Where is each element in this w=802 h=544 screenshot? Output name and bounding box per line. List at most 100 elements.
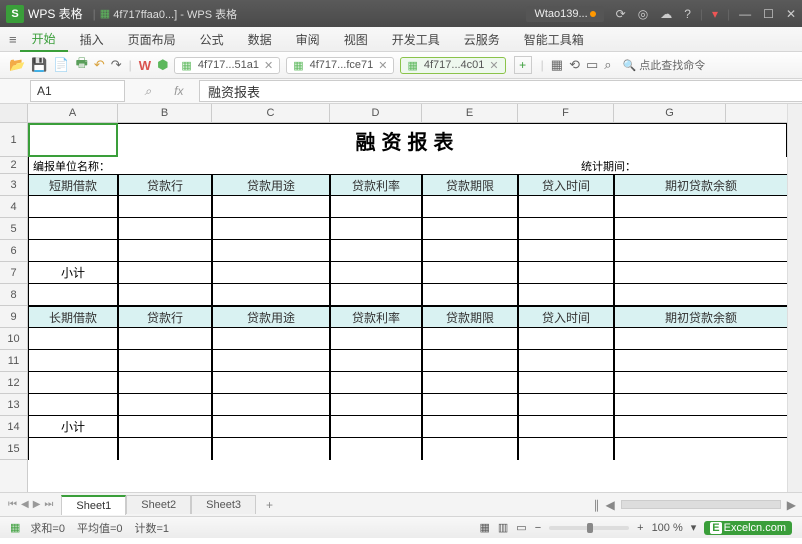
view-normal-icon[interactable]: ▦: [479, 521, 489, 534]
refresh-icon[interactable]: ⟳: [616, 7, 626, 21]
close-icon[interactable]: ✕: [378, 59, 387, 72]
zoom-value[interactable]: 100 %: [652, 522, 683, 534]
grid-icon[interactable]: ▦: [551, 57, 563, 73]
lookup-icon[interactable]: ⌕: [144, 84, 151, 99]
prev-sheet-icon[interactable]: ◀: [21, 499, 29, 510]
add-tab-button[interactable]: +: [514, 56, 532, 74]
name-box[interactable]: A1: [30, 80, 125, 102]
hdr-cell[interactable]: 贷款利率: [330, 306, 422, 328]
scroll-right-icon[interactable]: ▶: [787, 498, 796, 512]
hdr-cell[interactable]: 贷款用途: [212, 306, 330, 328]
sheet-title[interactable]: 融资报表: [28, 123, 787, 157]
view-break-icon[interactable]: ▭: [516, 521, 526, 534]
w-icon[interactable]: W: [139, 58, 151, 73]
cells[interactable]: 融资报表 编报单位名称： 统计期间： 短期借款 贷款行 贷款用途 贷款利率 贷款…: [28, 123, 787, 460]
sync-icon[interactable]: ⟲: [569, 57, 580, 73]
last-sheet-icon[interactable]: ⏭: [44, 499, 53, 510]
maximize-button[interactable]: ☐: [763, 7, 774, 21]
hdr-cell[interactable]: 贷款期限: [422, 174, 518, 196]
row-header[interactable]: 1: [0, 123, 27, 157]
col-header[interactable]: E: [422, 104, 518, 122]
close-button[interactable]: ✕: [786, 7, 796, 21]
col-header[interactable]: C: [212, 104, 330, 122]
hdr-cell[interactable]: 长期借款: [28, 306, 118, 328]
menu-layout[interactable]: 页面布局: [116, 28, 188, 51]
hdr-cell[interactable]: 期初贷款余额: [614, 306, 787, 328]
col-header[interactable]: G: [614, 104, 726, 122]
period-label[interactable]: 统计期间：: [577, 157, 787, 174]
sheet-tab-1[interactable]: Sheet1: [61, 495, 126, 515]
row-header[interactable]: 11: [0, 350, 27, 372]
skin-icon[interactable]: ▾: [712, 7, 718, 21]
hdr-cell[interactable]: 贷款期限: [422, 306, 518, 328]
col-header[interactable]: D: [330, 104, 422, 122]
doc-tab-3[interactable]: ▦4f717...4c01✕: [400, 57, 505, 74]
user-badge[interactable]: Wtao139...: [526, 6, 603, 22]
cloud-icon[interactable]: ☁: [660, 7, 672, 21]
print-icon[interactable]: 🖶: [76, 54, 88, 76]
row-header[interactable]: 8: [0, 284, 27, 306]
hdr-cell[interactable]: 贷入时间: [518, 306, 614, 328]
select-all-corner[interactable]: [0, 104, 27, 123]
col-header[interactable]: B: [118, 104, 212, 122]
view-page-icon[interactable]: ▥: [498, 521, 508, 534]
row-header[interactable]: 6: [0, 240, 27, 262]
zoom-in-button[interactable]: +: [637, 522, 643, 534]
app-menu-icon[interactable]: ≡: [9, 32, 17, 47]
row-header[interactable]: 12: [0, 372, 27, 394]
zoom-out-button[interactable]: −: [535, 522, 541, 534]
row-header[interactable]: 7: [0, 262, 27, 284]
menu-cloud[interactable]: 云服务: [452, 28, 512, 51]
row-header[interactable]: 14: [0, 416, 27, 438]
fx-icon[interactable]: fx: [174, 84, 183, 98]
misc-icon[interactable]: ⌕: [604, 57, 611, 73]
preview-icon[interactable]: 📄: [53, 57, 69, 73]
col-header[interactable]: A: [28, 104, 118, 122]
target-icon[interactable]: ◎: [638, 7, 648, 21]
row-header[interactable]: 10: [0, 328, 27, 350]
vertical-scrollbar[interactable]: [787, 104, 802, 492]
hdr-cell[interactable]: 短期借款: [28, 174, 118, 196]
col-header[interactable]: F: [518, 104, 614, 122]
save-icon[interactable]: 💾: [31, 57, 47, 73]
scroll-left-icon[interactable]: ◀: [606, 498, 615, 512]
hdr-cell[interactable]: 期初贷款余额: [614, 174, 787, 196]
horizontal-scrollbar[interactable]: [621, 500, 781, 509]
doc-tab-1[interactable]: ▦4f717...51a1✕: [174, 57, 280, 74]
zoom-menu-icon[interactable]: ▾: [691, 521, 697, 534]
row-header[interactable]: 15: [0, 438, 27, 460]
open-icon[interactable]: 📂: [9, 57, 25, 73]
split-icon[interactable]: ∥: [594, 498, 600, 512]
unit-label[interactable]: 编报单位名称：: [29, 157, 333, 174]
hdr-cell[interactable]: 贷入时间: [518, 174, 614, 196]
close-icon[interactable]: ✕: [264, 59, 273, 72]
row-header[interactable]: 13: [0, 394, 27, 416]
redo-icon[interactable]: ↷: [111, 57, 122, 73]
hdr-cell[interactable]: 贷款行: [118, 174, 212, 196]
hdr-cell[interactable]: 贷款行: [118, 306, 212, 328]
doc-tab-2[interactable]: ▦4f717...fce71✕: [286, 57, 394, 74]
row-header[interactable]: 9: [0, 306, 27, 328]
row-header[interactable]: 3: [0, 174, 27, 196]
hdr-cell[interactable]: 贷款用途: [212, 174, 330, 196]
box-icon[interactable]: ⬢: [157, 57, 168, 73]
help-icon[interactable]: ?: [684, 7, 691, 21]
first-sheet-icon[interactable]: ⏮: [8, 499, 17, 510]
menu-smart[interactable]: 智能工具箱: [512, 28, 596, 51]
formula-input[interactable]: 融资报表: [199, 80, 802, 102]
book-icon[interactable]: ▭: [586, 57, 598, 73]
zoom-slider[interactable]: [549, 526, 629, 530]
menu-review[interactable]: 审阅: [284, 28, 332, 51]
close-icon[interactable]: ✕: [489, 59, 498, 72]
menu-dev[interactable]: 开发工具: [380, 28, 452, 51]
menu-start[interactable]: 开始: [20, 27, 68, 52]
sheet-tab-3[interactable]: Sheet3: [191, 495, 256, 514]
next-sheet-icon[interactable]: ▶: [33, 499, 41, 510]
undo-icon[interactable]: ↶: [94, 57, 105, 73]
sheet-tab-2[interactable]: Sheet2: [126, 495, 191, 514]
row-header[interactable]: 5: [0, 218, 27, 240]
menu-view[interactable]: 视图: [332, 28, 380, 51]
menu-insert[interactable]: 插入: [68, 28, 116, 51]
menu-data[interactable]: 数据: [236, 28, 284, 51]
row-header[interactable]: 4: [0, 196, 27, 218]
